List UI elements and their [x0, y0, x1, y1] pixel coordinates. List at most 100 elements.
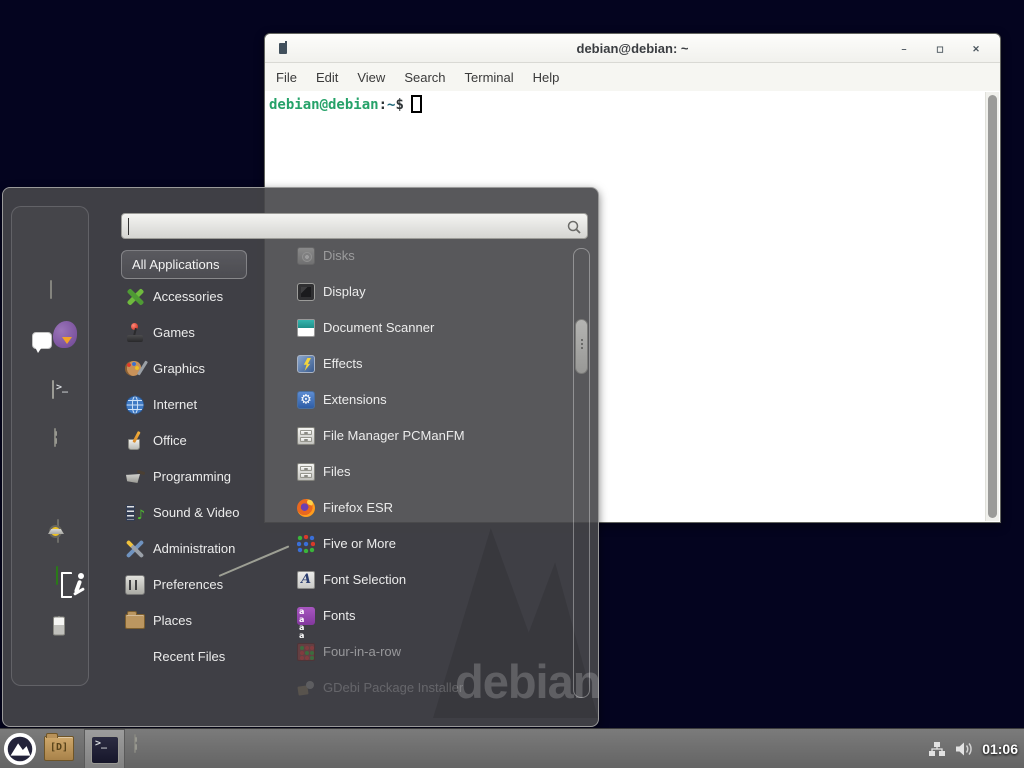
effects-icon	[297, 355, 315, 373]
category-label: Internet	[153, 387, 197, 423]
app-item-label: Disks	[323, 238, 355, 274]
terminal-icon[interactable]	[52, 380, 54, 399]
category-games[interactable]: Games	[121, 315, 267, 351]
four-in-a-row-icon	[297, 643, 315, 661]
preferences-icon	[125, 575, 145, 595]
category-accessories[interactable]: Accessories	[121, 279, 267, 315]
places-folder-icon	[125, 614, 145, 629]
display-icon	[297, 283, 315, 301]
app-item-display[interactable]: Display	[297, 274, 567, 310]
games-icon	[125, 323, 145, 343]
app-item-files[interactable]: Files	[297, 454, 567, 490]
close-button[interactable]: ✕	[968, 41, 984, 57]
gdebi-icon	[297, 679, 315, 697]
taskbar: [D] 01:06	[0, 728, 1024, 768]
app-item-effects[interactable]: Effects	[297, 346, 567, 382]
menu-view[interactable]: View	[357, 70, 385, 85]
taskbar-clock[interactable]: 01:06	[982, 741, 1018, 757]
sound-video-icon: ♪	[125, 503, 145, 523]
app-item-four-in-a-row[interactable]: Four-in-a-row	[297, 634, 567, 670]
shut-down-icon[interactable]	[58, 616, 60, 635]
app-item-label: GDebi Package Installer	[323, 670, 463, 706]
category-recent-files[interactable]: Recent Files	[121, 639, 267, 675]
app-item-label: Font Selection	[323, 562, 406, 598]
app-item-label: Files	[323, 454, 350, 490]
internet-globe-icon	[125, 395, 145, 415]
category-label: Recent Files	[153, 639, 225, 675]
terminal-scrollbar[interactable]	[985, 92, 999, 521]
taskbar-terminal-window-button[interactable]	[84, 729, 125, 768]
category-administration[interactable]: Administration	[121, 531, 267, 567]
category-label: Preferences	[153, 567, 223, 603]
category-graphics[interactable]: Graphics	[121, 351, 267, 387]
software-manager-icon[interactable]	[50, 280, 52, 299]
category-preferences[interactable]: Preferences	[121, 567, 267, 603]
menu-terminal[interactable]: Terminal	[465, 70, 514, 85]
category-label: Places	[153, 603, 192, 639]
category-label: Programming	[153, 459, 231, 495]
application-menu: debian All Applications Accessories	[2, 187, 599, 727]
desktop: debian@debian: ~ – ◻ ✕ File Edit View Se…	[0, 0, 1024, 768]
app-menu-button[interactable]	[3, 732, 37, 766]
office-icon	[125, 431, 145, 451]
menu-help[interactable]: Help	[533, 70, 560, 85]
app-item-label: Effects	[323, 346, 363, 382]
terminal-titlebar[interactable]: debian@debian: ~ – ◻ ✕	[265, 34, 1000, 63]
app-item-fonts[interactable]: Fonts	[297, 598, 567, 634]
category-internet[interactable]: Internet	[121, 387, 267, 423]
text-caret	[128, 218, 129, 235]
menu-file[interactable]: File	[276, 70, 297, 85]
app-item-label: Four-in-a-row	[323, 634, 401, 670]
app-item-document-scanner[interactable]: Document Scanner	[297, 310, 567, 346]
prompt-colon: :	[379, 97, 387, 113]
terminal-cursor	[411, 95, 422, 113]
favorites-strip	[11, 206, 89, 686]
category-programming[interactable]: Programming	[121, 459, 267, 495]
fonts-icon	[297, 607, 315, 625]
system-tray: 01:06	[928, 729, 1018, 768]
category-sound-video[interactable]: ♪ Sound & Video	[121, 495, 267, 531]
graphics-icon	[125, 359, 145, 379]
all-applications-button[interactable]: All Applications	[121, 250, 247, 279]
network-icon[interactable]	[928, 741, 946, 757]
app-item-font-selection[interactable]: Font Selection	[297, 562, 567, 598]
terminal-menubar: File Edit View Search Terminal Help	[265, 63, 1000, 91]
firefox-icon	[297, 499, 315, 517]
terminal-scrollbar-thumb[interactable]	[988, 95, 997, 518]
app-list-scrollbar-thumb[interactable]	[575, 319, 588, 374]
app-item-firefox-esr[interactable]: Firefox ESR	[297, 490, 567, 526]
app-list-scrollbar[interactable]	[573, 248, 590, 698]
terminal-title: debian@debian: ~	[265, 34, 1000, 63]
extensions-gear-icon	[297, 391, 315, 409]
category-label: Sound & Video	[153, 495, 240, 531]
log-out-icon[interactable]	[56, 566, 58, 585]
app-item-label: Firefox ESR	[323, 490, 393, 526]
volume-icon[interactable]	[955, 741, 973, 757]
desktop-folder-launcher[interactable]: [D]	[44, 736, 74, 761]
administration-icon	[125, 539, 145, 559]
search-icon	[566, 219, 582, 235]
terminal-icon	[91, 736, 119, 764]
maximize-button[interactable]: ◻	[932, 41, 948, 57]
category-places[interactable]: Places	[121, 603, 267, 639]
file-manager-icon[interactable]	[54, 428, 56, 447]
app-item-file-manager-pcmanfm[interactable]: File Manager PCManFM	[297, 418, 567, 454]
app-item-extensions[interactable]: Extensions	[297, 382, 567, 418]
app-item-label: File Manager PCManFM	[323, 418, 465, 454]
category-label: Accessories	[153, 279, 223, 315]
file-manager-launcher[interactable]	[134, 734, 136, 753]
document-scanner-icon	[297, 319, 315, 337]
category-label: Graphics	[153, 351, 205, 387]
category-office[interactable]: Office	[121, 423, 267, 459]
minimize-button[interactable]: –	[896, 41, 912, 57]
prompt-dollar: $	[395, 97, 403, 113]
menu-search[interactable]: Search	[404, 70, 445, 85]
five-or-more-dots-icon	[297, 535, 315, 553]
app-item-gdebi[interactable]: GDebi Package Installer	[297, 670, 567, 706]
category-label: Office	[153, 423, 187, 459]
accessories-icon	[125, 287, 145, 307]
menu-edit[interactable]: Edit	[316, 70, 338, 85]
app-item-disks[interactable]: Disks	[297, 238, 567, 274]
search-input[interactable]	[121, 213, 588, 239]
app-item-five-or-more[interactable]: Five or More	[297, 526, 567, 562]
